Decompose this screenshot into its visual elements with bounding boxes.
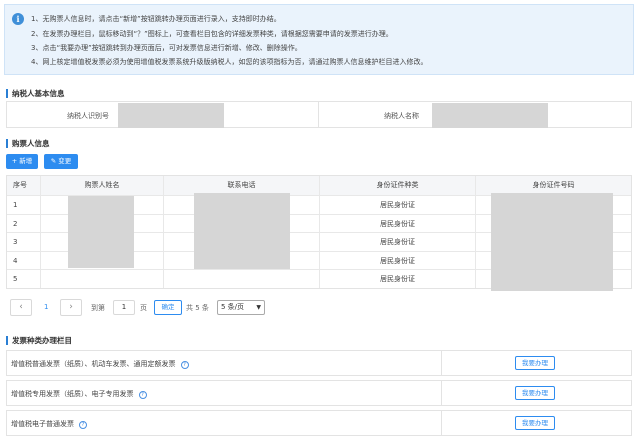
invoice-name: 增值税电子普通发票? — [11, 419, 87, 429]
buyer-names-redacted — [68, 196, 134, 268]
invoice-section-title: 发票种类办理栏目 — [6, 336, 72, 345]
add-buyer-button[interactable]: + 新增 — [6, 154, 38, 169]
taxpayer-name-value-redacted — [432, 103, 548, 128]
divider — [441, 411, 442, 435]
invoice-name-text: 增值税普通发票（纸质）、机动车发票、通用定额发票 — [11, 360, 176, 368]
goto-suffix: 页 — [140, 304, 147, 312]
page-size-value: 5 条/页 — [221, 303, 245, 311]
divider — [441, 381, 442, 405]
col-header-id-type: 身份证件种类 — [319, 176, 475, 195]
help-icon[interactable]: ? — [138, 391, 147, 399]
edit-buyer-label: 变更 — [58, 157, 72, 165]
row-id-type: 居民身份证 — [319, 251, 475, 270]
notice-line-4: 4、网上核定增值税发票必须为使用增值税发票系统升级版纳税人，如您的该项指标为否，… — [31, 58, 428, 66]
divider — [318, 102, 319, 127]
invoice-name-text: 增值税专用发票（纸质）、电子专用发票 — [11, 390, 134, 398]
handle-button[interactable]: 我要办理 — [515, 416, 555, 430]
row-no: 1 — [13, 201, 18, 209]
buyer-table: 序号 购票人姓名 联系电话 身份证件种类 身份证件号码 1 居民身份证 2 居民… — [6, 175, 632, 291]
page-size-select[interactable]: 5 条/页 ▼ — [217, 300, 265, 315]
notice-line-3: 3、点击“我要办理”按钮跳转到办理页面后，可对发票信息进行新增、修改、删除操作。 — [31, 44, 302, 52]
taxpayer-name-label: 纳税人名称 — [384, 112, 419, 120]
total-count: 共 5 条 — [186, 304, 209, 312]
col-header-name: 购票人姓名 — [40, 176, 163, 195]
row-id-type: 居民身份证 — [319, 214, 475, 233]
prev-page-button[interactable]: ‹ — [10, 299, 32, 316]
row-id-type: 居民身份证 — [319, 270, 475, 288]
help-icon[interactable]: ? — [180, 361, 189, 369]
help-icon[interactable]: ? — [79, 421, 87, 429]
buyer-section-title: 购票人信息 — [6, 139, 50, 148]
pagination: ‹ 1 › 到第 1 页 确定 共 5 条 5 条/页 ▼ — [6, 299, 306, 317]
buyer-id-numbers-redacted — [491, 193, 613, 291]
col-header-no: 序号 — [13, 181, 27, 189]
taxpayer-info-row: 纳税人识别号 纳税人名称 — [6, 101, 632, 128]
current-page[interactable]: 1 — [44, 303, 48, 311]
row-no: 4 — [13, 256, 18, 265]
row-no: 2 — [13, 219, 18, 228]
row-id-type: 居民身份证 — [319, 233, 475, 251]
goto-confirm-button[interactable]: 确定 — [154, 300, 182, 315]
invoice-name: 增值税专用发票（纸质）、电子专用发票? — [11, 389, 147, 399]
goto-page-input[interactable]: 1 — [113, 300, 135, 315]
taxpayer-id-value-redacted — [118, 103, 224, 128]
divider — [441, 351, 442, 375]
row-no: 3 — [13, 238, 18, 247]
row-no: 5 — [13, 275, 18, 284]
chevron-down-icon: ▼ — [256, 304, 261, 311]
invoice-name-text: 增值税电子普通发票 — [11, 420, 74, 428]
invoice-name: 增值税普通发票（纸质）、机动车发票、通用定额发票? — [11, 359, 189, 369]
handle-button[interactable]: 我要办理 — [515, 386, 555, 400]
invoice-row: 增值税专用发票（纸质）、电子专用发票? 我要办理 — [6, 380, 632, 406]
notice-line-1: 1、无购票人信息时，请点击“新增”按钮跳转办理页面进行录入，支持即时办结。 — [31, 15, 281, 23]
notice-panel: i 1、无购票人信息时，请点击“新增”按钮跳转办理页面进行录入，支持即时办结。 … — [4, 4, 634, 75]
buyer-phones-redacted — [194, 193, 290, 269]
info-icon: i — [12, 13, 24, 25]
taxpayer-id-label: 纳税人识别号 — [67, 112, 109, 120]
handle-button[interactable]: 我要办理 — [515, 356, 555, 370]
goto-prefix: 到第 — [91, 304, 105, 312]
edit-buyer-button[interactable]: ✎ 变更 — [44, 154, 78, 169]
next-page-button[interactable]: › — [60, 299, 82, 316]
taxpayer-section-title: 纳税人基本信息 — [6, 89, 65, 98]
invoice-row: 增值税电子普通发票? 我要办理 — [6, 410, 632, 436]
row-id-type: 居民身份证 — [319, 196, 475, 214]
invoice-row: 增值税普通发票（纸质）、机动车发票、通用定额发票? 我要办理 — [6, 350, 632, 376]
notice-line-2: 2、在发票办理栏目，鼠标移动到“？”图标上，可查看栏目包含的详细发票种类，请根据… — [31, 30, 393, 38]
